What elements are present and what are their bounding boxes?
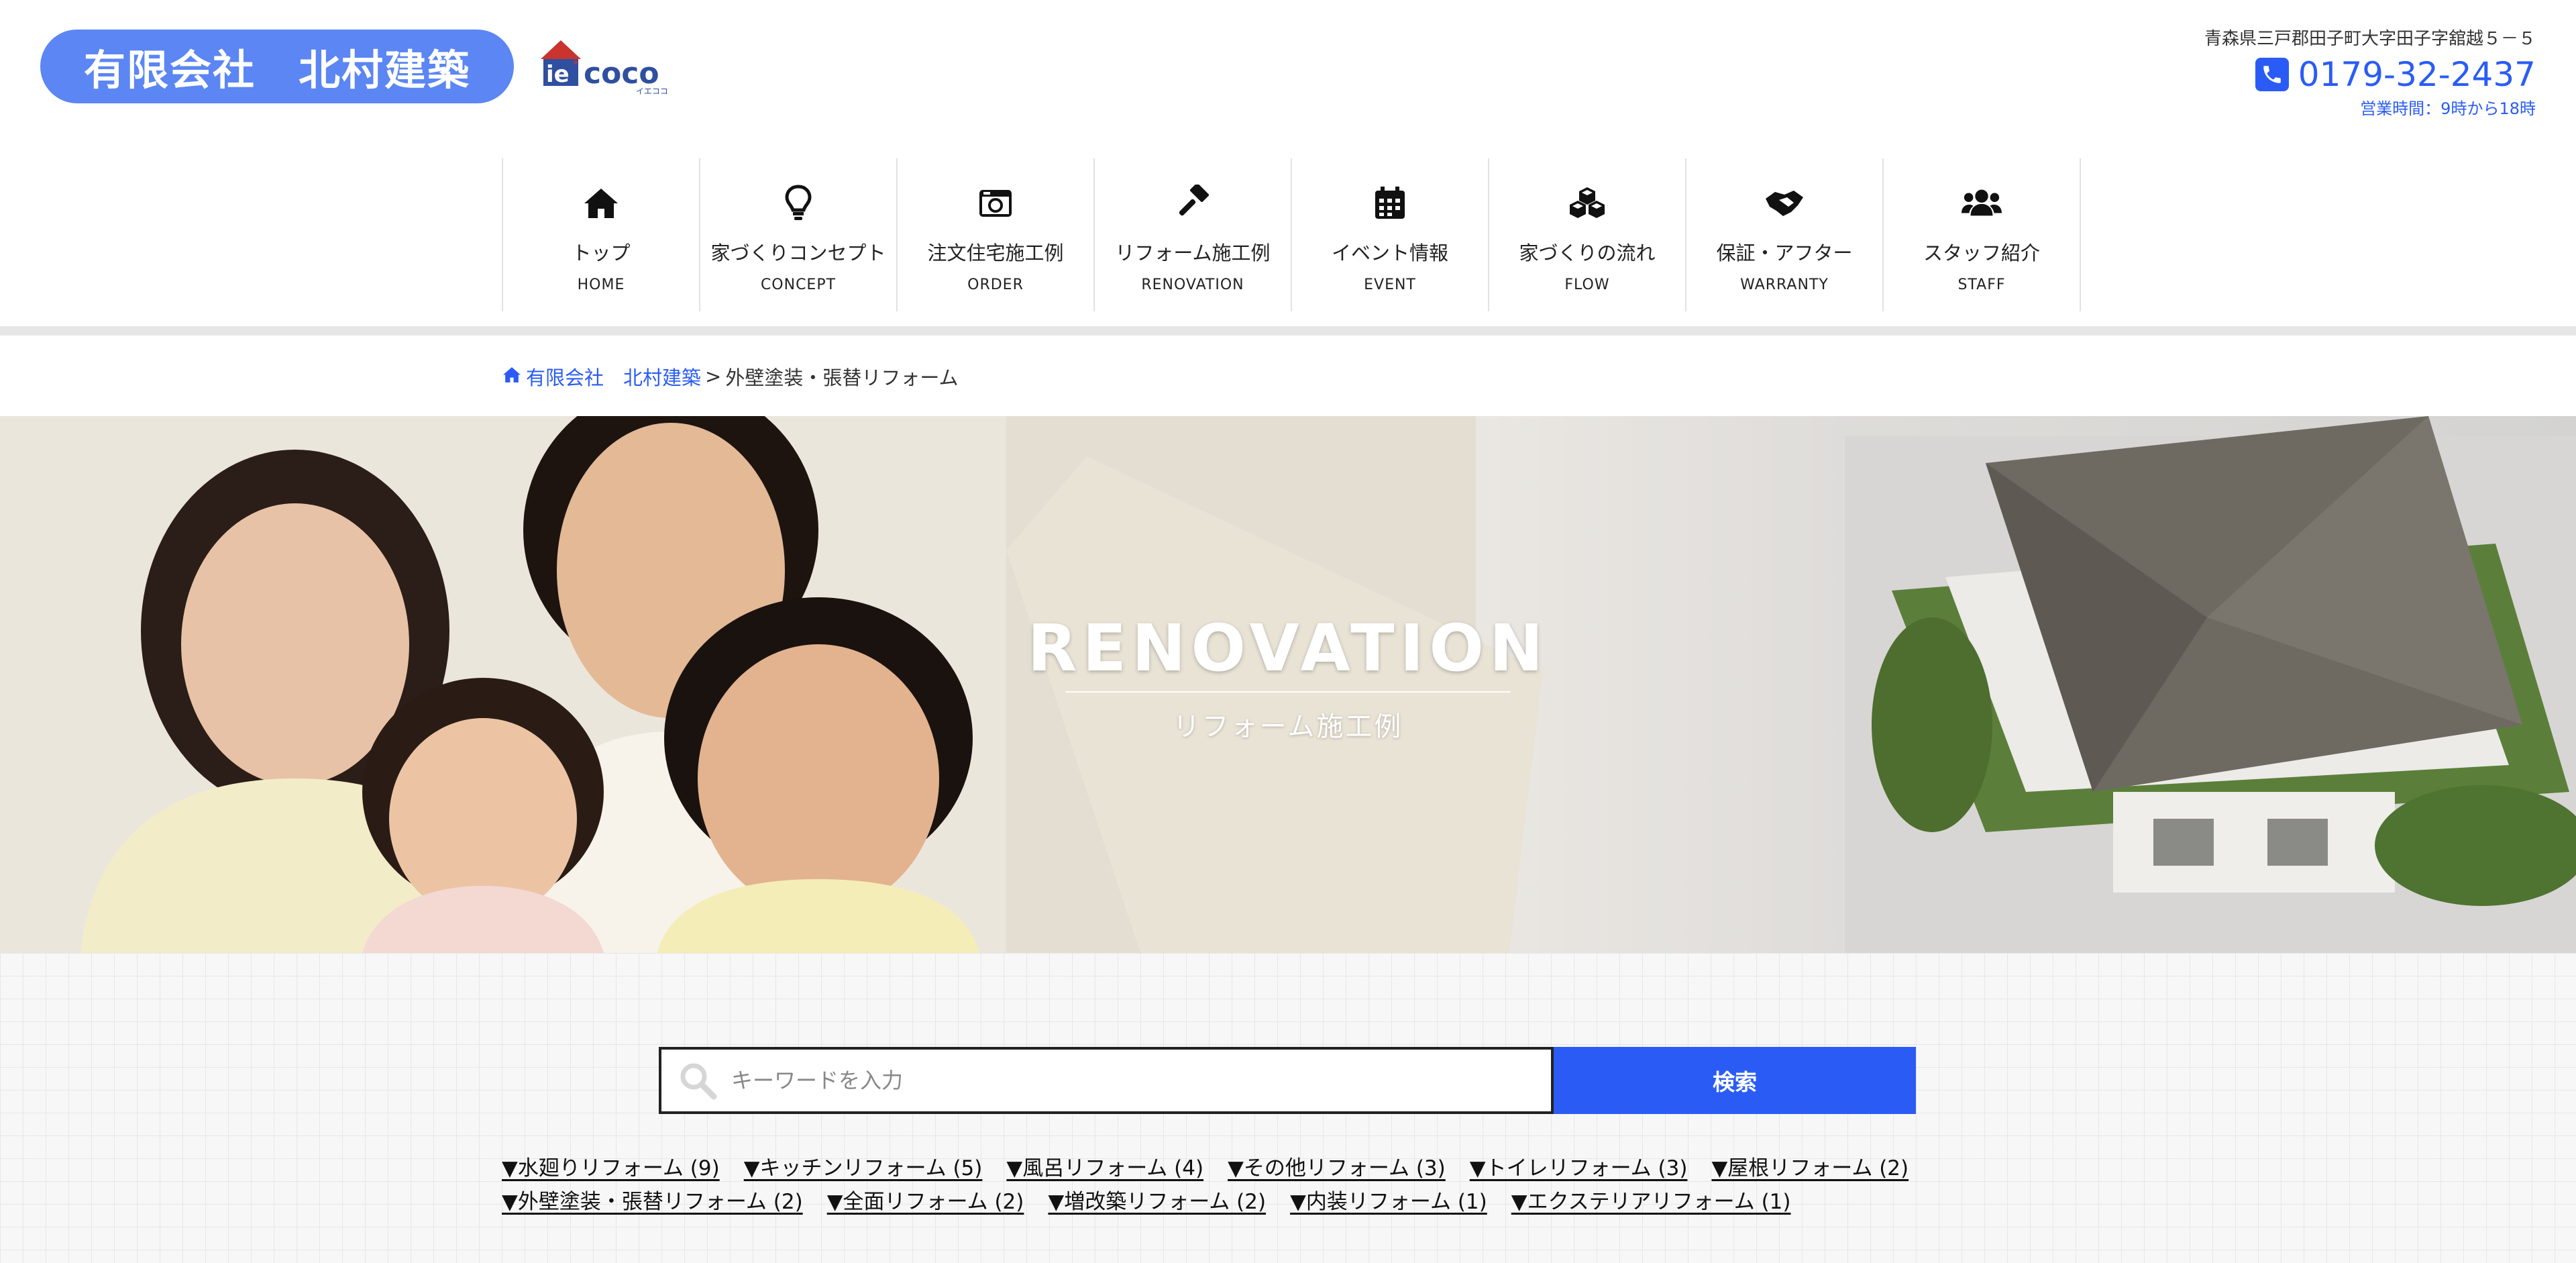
breadcrumb-home-link[interactable]: 有限会社 北村建築 <box>502 362 701 391</box>
breadcrumb-home-label: 有限会社 北村建築 <box>526 366 702 389</box>
nav-label: 家づくりコンセプト <box>710 242 886 264</box>
hammer-icon <box>1173 183 1213 223</box>
phone-link[interactable]: 0179-32-2437 <box>2066 52 2536 97</box>
nav-sublabel: STAFF <box>1957 276 2006 293</box>
handshake-icon <box>1764 183 1805 223</box>
nav-item-event[interactable]: イベント情報 EVENT <box>1291 158 1488 311</box>
breadcrumb-separator: > <box>705 365 722 388</box>
calendar-icon <box>1370 183 1410 223</box>
nav-item-order[interactable]: 注文住宅施工例 ORDER <box>896 158 1093 311</box>
category-link-exterior[interactable]: ▼エクステリアリフォーム (1) <box>1511 1184 1791 1215</box>
nav-sublabel: CONCEPT <box>760 276 837 293</box>
phone-icon <box>2255 58 2289 91</box>
nav-label: 保証・アフター <box>1716 242 1853 264</box>
nav-item-renovation[interactable]: リフォーム施工例 RENOVATION <box>1093 158 1291 311</box>
category-link-kitchen[interactable]: ▼キッチンリフォーム (5) <box>744 1151 983 1181</box>
logo-text: coco <box>584 56 659 91</box>
site-header: 有限会社 北村建築 ie * coco イエココ 青森県三戸郡田子町大字田子字舘… <box>0 0 2576 154</box>
address: 青森県三戸郡田子町大字田子字舘越５－５ <box>2204 29 2536 49</box>
breadcrumb: 有限会社 北村建築 > 外壁塗装・張替リフォーム <box>502 362 958 391</box>
hero-banner: RENOVATION リフォーム施工例 <box>0 416 2576 953</box>
category-link-other[interactable]: ▼その他リフォーム (3) <box>1228 1151 1446 1181</box>
nav-sublabel: RENOVATION <box>1141 276 1244 293</box>
logo-subtext: イエココ <box>636 87 668 96</box>
category-link-roof[interactable]: ▼屋根リフォーム (2) <box>1711 1151 1909 1181</box>
users-icon <box>1962 183 2002 223</box>
category-link-water[interactable]: ▼水廻りリフォーム (9) <box>502 1151 720 1181</box>
category-list: ▼水廻りリフォーム (9) ▼キッチンリフォーム (5) ▼風呂リフォーム (4… <box>502 1149 2072 1216</box>
contact-info: 青森県三戸郡田子町大字田子字舘越５－５ 0179-32-2437 営業時間：9時… <box>2066 26 2536 121</box>
category-link-exterior-wall[interactable]: ▼外壁塗装・張替リフォーム (2) <box>502 1184 803 1215</box>
phone-number: 0179-32-2437 <box>2298 55 2536 94</box>
search-icon <box>678 1060 718 1101</box>
cubes-icon <box>1567 183 1607 223</box>
home-icon <box>581 183 621 223</box>
category-link-bath[interactable]: ▼風呂リフォーム (4) <box>1006 1151 1203 1181</box>
svg-text:*: * <box>573 58 579 72</box>
nav-sublabel: EVENT <box>1364 276 1416 293</box>
search-input[interactable] <box>730 1067 1524 1094</box>
hero-title: RENOVATION <box>1027 611 1549 686</box>
main-nav: トップ HOME 家づくりコンセプト CONCEPT 注文住宅施工例 ORDER… <box>502 158 2081 311</box>
hero-rule <box>1065 691 1511 693</box>
category-row: ▼外壁塗装・張替リフォーム (2) ▼全面リフォーム (2) ▼増改築リフォーム… <box>502 1182 2072 1216</box>
category-row: ▼水廻りリフォーム (9) ▼キッチンリフォーム (5) ▼風呂リフォーム (4… <box>502 1149 2072 1182</box>
category-link-toilet[interactable]: ▼トイレリフォーム (3) <box>1470 1151 1688 1181</box>
nav-sublabel: FLOW <box>1564 276 1610 293</box>
company-name: 有限会社 北村建築 <box>83 46 470 95</box>
nav-item-home[interactable]: トップ HOME <box>502 158 699 311</box>
nav-label: トップ <box>572 242 631 264</box>
nav-item-concept[interactable]: 家づくりコンセプト CONCEPT <box>699 158 896 311</box>
iecoco-logo[interactable]: ie * coco イエココ <box>541 39 668 97</box>
nav-item-warranty[interactable]: 保証・アフター WARRANTY <box>1685 158 1882 311</box>
breadcrumb-current: 外壁塗装・張替リフォーム <box>725 366 959 389</box>
lightbulb-icon <box>778 183 818 223</box>
camera-icon <box>975 183 1016 223</box>
nav-item-staff[interactable]: スタッフ紹介 STAFF <box>1882 158 2081 311</box>
nav-sublabel: HOME <box>577 276 625 293</box>
nav-sublabel: WARRANTY <box>1740 276 1829 293</box>
nav-label: スタッフ紹介 <box>1923 242 2040 264</box>
search-button[interactable]: 検索 <box>1554 1047 1916 1114</box>
company-logo[interactable]: 有限会社 北村建築 <box>40 30 514 103</box>
category-link-interior[interactable]: ▼内装リフォーム (1) <box>1290 1184 1487 1215</box>
search-box <box>659 1047 1554 1114</box>
nav-label: 家づくりの流れ <box>1519 242 1656 264</box>
hero-subtitle: リフォーム施工例 <box>1173 711 1403 742</box>
header-divider <box>0 326 2576 336</box>
category-link-extension[interactable]: ▼増改築リフォーム (2) <box>1048 1184 1266 1215</box>
nav-label: 注文住宅施工例 <box>927 242 1064 264</box>
svg-text:ie: ie <box>546 61 570 88</box>
category-link-full[interactable]: ▼全面リフォーム (2) <box>827 1184 1024 1215</box>
nav-item-flow[interactable]: 家づくりの流れ FLOW <box>1488 158 1685 311</box>
nav-sublabel: ORDER <box>967 276 1024 293</box>
nav-label: イベント情報 <box>1331 242 1448 264</box>
business-hours: 営業時間：9時から18時 <box>2360 99 2536 118</box>
nav-label: リフォーム施工例 <box>1115 242 1271 264</box>
home-icon <box>502 365 522 388</box>
